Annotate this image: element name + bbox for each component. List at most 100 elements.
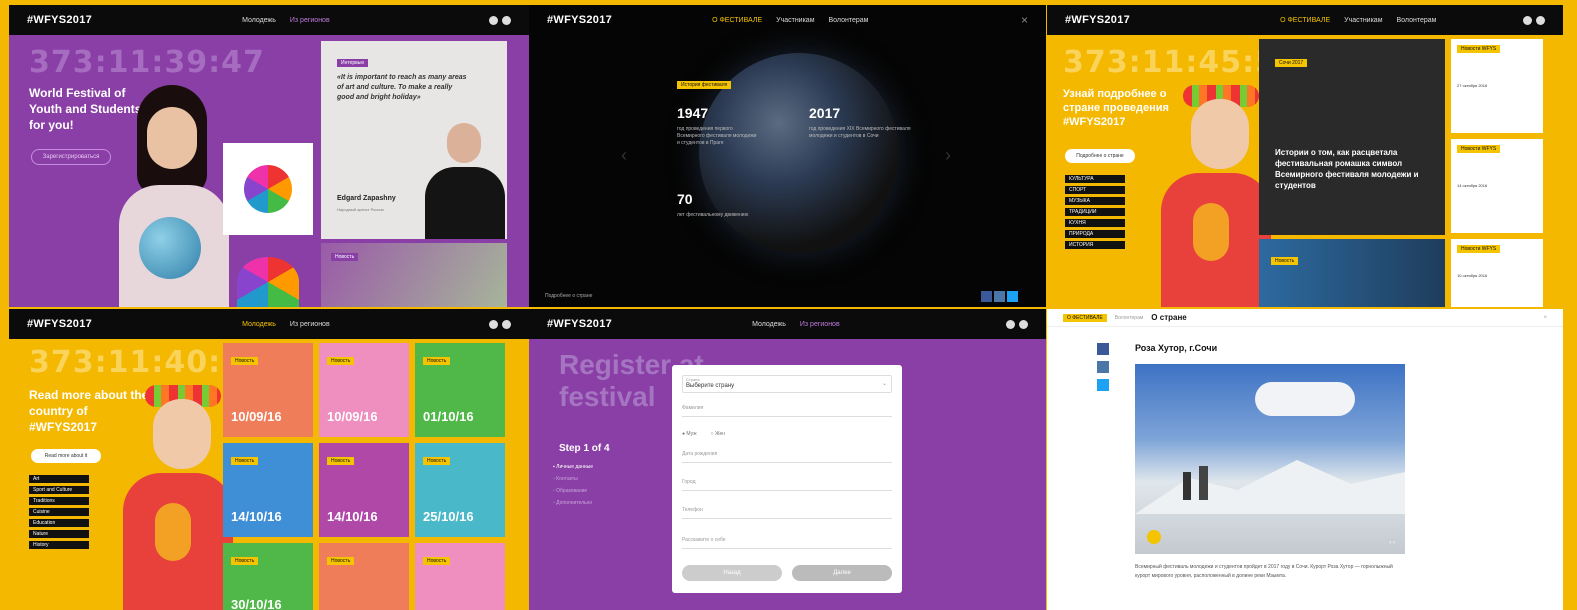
nav-item-youth[interactable]: Молодежь: [752, 321, 786, 328]
lang-ru-icon[interactable]: [489, 15, 498, 25]
city-field[interactable]: Город: [682, 479, 892, 491]
lang-en-icon[interactable]: [1536, 15, 1545, 25]
news-card[interactable]: Новость 30/10/16: [223, 543, 313, 610]
about-field[interactable]: Расскажите о себе: [682, 537, 892, 549]
close-icon[interactable]: ×: [1543, 315, 1547, 321]
news-card[interactable]: Новость 10/09/16: [319, 343, 409, 437]
news-card[interactable]: Новость 10/09/16: [223, 343, 313, 437]
step-item[interactable]: ▫ Контакты: [553, 473, 593, 485]
language-switcher[interactable]: [1006, 319, 1028, 329]
tag-sport-culture[interactable]: Sport and Culture: [29, 486, 89, 494]
tag-education[interactable]: Education: [29, 519, 89, 527]
tag-nature[interactable]: ПРИРОДА: [1065, 230, 1125, 238]
vk-icon[interactable]: [1097, 361, 1109, 373]
nav-item-participants[interactable]: Участникам: [776, 17, 814, 24]
news-card[interactable]: Новость 14/10/16: [319, 443, 409, 537]
news-card[interactable]: Новость 25/10/16: [415, 443, 505, 537]
country-select-value: Выберите страну: [686, 383, 735, 389]
tag-traditions[interactable]: Traditions: [29, 497, 89, 505]
footer-link[interactable]: Подробнее о стране: [545, 293, 592, 299]
tag-history[interactable]: History: [29, 541, 89, 549]
photo-badge-icon[interactable]: [1147, 530, 1161, 544]
next-arrow-icon[interactable]: ›: [945, 145, 951, 166]
tag-art[interactable]: Art: [29, 475, 89, 483]
radio-female[interactable]: ○ Жен: [711, 431, 726, 437]
prev-arrow-icon[interactable]: ‹: [621, 145, 627, 166]
lang-en-icon[interactable]: [502, 319, 511, 329]
history-badge: История фестиваля: [677, 81, 732, 89]
surname-field[interactable]: Фамилия: [682, 405, 892, 417]
nav-item-volunteers[interactable]: Волонтерам: [829, 17, 869, 24]
news-side-card-2[interactable]: Новости WFYS 14 октября 2016: [1451, 139, 1543, 233]
tag-traditions[interactable]: ТРАДИЦИИ: [1065, 208, 1125, 216]
back-button[interactable]: Назад: [682, 565, 782, 581]
hero-girl-image: [1143, 85, 1273, 307]
nav-item-regions[interactable]: Из регионов: [290, 17, 330, 24]
language-switcher[interactable]: [1523, 15, 1545, 25]
tag-history[interactable]: ИСТОРИЯ: [1065, 241, 1125, 249]
step-item[interactable]: ▫ Образование: [553, 485, 593, 497]
site-logo[interactable]: #WFYS2017: [1065, 14, 1130, 26]
lang-en-icon[interactable]: [1019, 319, 1028, 329]
next-button[interactable]: Далее: [792, 565, 892, 581]
radio-male[interactable]: ● Муж: [682, 431, 697, 437]
panel-history: #WFYS2017 О ФЕСТИВАЛЕ Участникам Волонте…: [529, 5, 1046, 307]
lang-ru-icon[interactable]: [1006, 319, 1015, 329]
breadcrumb-volunteers[interactable]: Волонтерам: [1115, 315, 1144, 321]
card-date: 10/09/16: [327, 409, 378, 424]
news-card[interactable]: Новость 01/10/16: [415, 343, 505, 437]
language-switcher[interactable]: [489, 15, 511, 25]
gallery-arrows-icon[interactable]: ‹ ›: [1389, 540, 1395, 546]
tag-cuisine[interactable]: Cuisine: [29, 508, 89, 516]
news-side-card-3[interactable]: Новости WFYS 10 октября 2016: [1451, 239, 1543, 307]
nav-item-youth[interactable]: Молодежь: [242, 321, 276, 328]
facebook-icon[interactable]: [981, 291, 992, 302]
nav-item-regions[interactable]: Из регионов: [800, 321, 840, 328]
nav-item-festival[interactable]: О ФЕСТИВАЛЕ: [712, 17, 762, 24]
tag-nature[interactable]: Nature: [29, 530, 89, 538]
site-logo[interactable]: #WFYS2017: [547, 14, 612, 26]
close-icon[interactable]: ×: [1021, 13, 1028, 27]
bottom-photo-tile[interactable]: Новость: [1259, 239, 1445, 307]
news-card[interactable]: Новость: [319, 543, 409, 610]
site-logo[interactable]: #WFYS2017: [27, 14, 92, 26]
nav-item-festival[interactable]: О ФЕСТИВАЛЕ: [1280, 17, 1330, 24]
news-card[interactable]: Новость: [415, 543, 505, 610]
lang-ru-icon[interactable]: [489, 319, 498, 329]
news-tile[interactable]: Новость: [321, 243, 507, 307]
register-button[interactable]: Зарегистрироваться: [31, 149, 111, 165]
side-badge-1: Новости WFYS: [1457, 45, 1501, 53]
vk-icon[interactable]: [994, 291, 1005, 302]
site-logo[interactable]: #WFYS2017: [547, 318, 612, 330]
nav-item-volunteers[interactable]: Волонтерам: [1397, 17, 1437, 24]
tag-cuisine[interactable]: КУХНЯ: [1065, 219, 1125, 227]
language-switcher[interactable]: [489, 319, 511, 329]
tag-sport[interactable]: СПОРТ: [1065, 186, 1125, 194]
step-item-active[interactable]: ▪ Личные данные: [553, 461, 593, 473]
tag-music[interactable]: МУЗЫКА: [1065, 197, 1125, 205]
twitter-icon[interactable]: [1007, 291, 1018, 302]
lang-en-icon[interactable]: [502, 15, 511, 25]
read-more-button[interactable]: Read more about it: [31, 449, 101, 463]
lang-ru-icon[interactable]: [1523, 15, 1532, 25]
more-about-country-button[interactable]: Подробнее о стране: [1065, 149, 1135, 163]
nav-item-participants[interactable]: Участникам: [1344, 17, 1382, 24]
site-logo[interactable]: #WFYS2017: [27, 318, 92, 330]
interview-card[interactable]: Интервью «It is important to reach as ma…: [321, 41, 507, 239]
nav-item-youth[interactable]: Молодежь: [242, 17, 276, 24]
news-side-card-1[interactable]: Новости WFYS 27 октября 2016: [1451, 39, 1543, 133]
country-select[interactable]: Страна Выберите страну ⌄: [682, 375, 892, 393]
twitter-icon[interactable]: [1097, 379, 1109, 391]
breadcrumb-festival[interactable]: О ФЕСТИВАЛЕ: [1063, 313, 1107, 322]
nav-item-regions[interactable]: Из регионов: [290, 321, 330, 328]
panel-home-purple: #WFYS2017 Молодежь Из регионов 373:11:39…: [9, 5, 529, 307]
phone-field[interactable]: Телефон: [682, 507, 892, 519]
card-date: 14/10/16: [231, 509, 282, 524]
tag-culture[interactable]: КУЛЬТУРА: [1065, 175, 1125, 183]
step-item[interactable]: ▫ Дополнительно: [553, 497, 593, 509]
feature-story-card[interactable]: Сочи 2017 Истории о том, как расцветала …: [1259, 39, 1445, 235]
gender-radio: ● Муж ○ Жен: [682, 431, 725, 437]
facebook-icon[interactable]: [1097, 343, 1109, 355]
birthdate-field[interactable]: Дата рождения: [682, 451, 892, 463]
news-card[interactable]: Новость 14/10/16: [223, 443, 313, 537]
